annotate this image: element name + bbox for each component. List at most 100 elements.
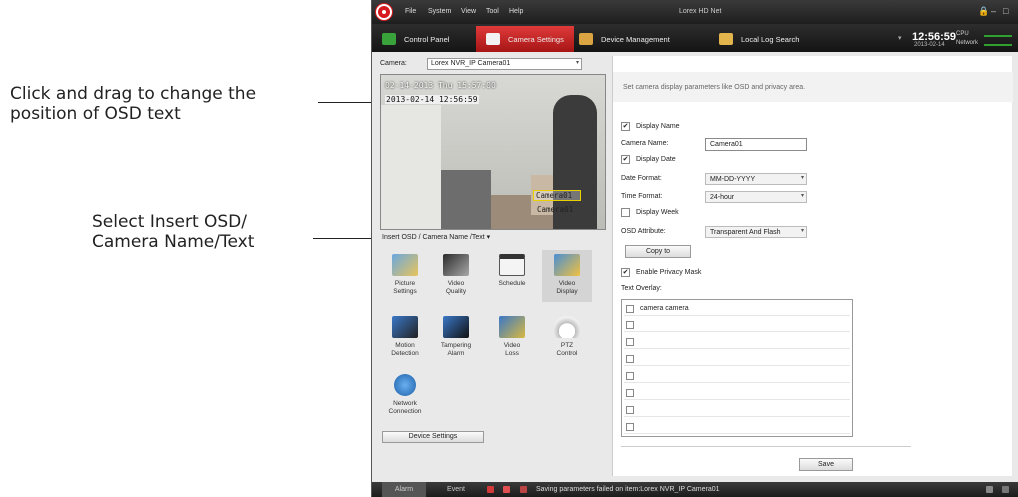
control-panel-icon: [382, 33, 396, 45]
preview-shelf: [441, 170, 491, 229]
display-name-label: Display Name: [636, 123, 680, 130]
device-settings-button[interactable]: Device Settings: [382, 431, 484, 443]
cpu-label: CPU: [956, 31, 969, 37]
video-quality-icon: [443, 254, 469, 276]
menu-system[interactable]: System: [428, 8, 451, 15]
tab-event[interactable]: Event: [438, 482, 474, 497]
checkbox-unchecked-icon: [621, 208, 630, 217]
pin-icon[interactable]: [986, 486, 993, 493]
checkbox-unchecked-icon[interactable]: [626, 304, 634, 313]
checkbox-unchecked-icon[interactable]: [626, 354, 634, 363]
picture-settings-icon: [392, 254, 418, 276]
menu-view[interactable]: View: [461, 8, 476, 15]
checkbox-checked-icon: ✔: [621, 268, 630, 277]
callout-osd-drag-leader: [318, 102, 372, 103]
display-date-label: Display Date: [636, 156, 676, 163]
overlay-row[interactable]: [624, 420, 850, 434]
overlay-text[interactable]: camera camera: [640, 305, 689, 312]
overlay-row[interactable]: [624, 403, 850, 417]
tab-camera-settings[interactable]: Camera Settings: [476, 26, 574, 52]
overlay-row[interactable]: [624, 369, 850, 383]
time-format-label: Time Format:: [621, 193, 663, 200]
checkbox-checked-icon: ✔: [621, 122, 630, 131]
overlay-row[interactable]: [624, 335, 850, 349]
chevron-down-icon: ▾: [575, 60, 579, 66]
tab-camera-settings-label: Camera Settings: [508, 34, 564, 44]
divider: [621, 446, 911, 447]
tab-local-log-search[interactable]: Local Log Search: [719, 26, 799, 52]
copy-to-button[interactable]: Copy to: [625, 245, 691, 258]
osd-date-text[interactable]: 02-14-2013 Thu 15:57:00: [385, 81, 496, 90]
lock-icon[interactable]: 🔒: [978, 6, 989, 17]
osd-attribute-label: OSD Attribute:: [621, 228, 666, 235]
network-label: Network: [956, 40, 979, 46]
status-message: Saving parameters failed on item:Lorex N…: [536, 486, 720, 493]
camera-select[interactable]: Lorex NVR_IP Camera01 ▾: [427, 58, 582, 70]
tool-picture-settings[interactable]: Picture Settings: [380, 254, 430, 296]
chevron-down-icon: ▾: [800, 228, 804, 234]
time-format-select[interactable]: 24-hour ▾: [705, 191, 807, 203]
save-button[interactable]: Save: [799, 458, 853, 471]
chevron-down-icon: ▾: [800, 193, 804, 199]
panel-toggle-icon[interactable]: [1002, 486, 1009, 493]
tool-video-display[interactable]: Video Display: [542, 250, 592, 302]
checkbox-unchecked-icon[interactable]: [626, 388, 634, 397]
checkbox-unchecked-icon[interactable]: [626, 371, 634, 380]
enable-privacy-mask-checkbox[interactable]: ✔ Enable Privacy Mask: [621, 268, 701, 277]
minimize-icon[interactable]: –: [991, 6, 996, 16]
tool-label: Schedule: [498, 280, 526, 287]
menu-help[interactable]: Help: [509, 8, 523, 15]
display-week-checkbox[interactable]: Display Week: [621, 208, 679, 217]
display-name-checkbox[interactable]: ✔ Display Name: [621, 122, 680, 131]
tab-alarm[interactable]: Alarm: [382, 482, 426, 497]
camera-name-label: Camera Name:: [621, 140, 669, 147]
tab-scroll-arrow-icon[interactable]: ▾: [898, 34, 902, 42]
ptz-control-icon: [554, 316, 580, 338]
tool-video-quality[interactable]: Video Quality: [431, 254, 481, 296]
tool-motion-detection[interactable]: Motion Detection: [380, 316, 430, 358]
overlay-row[interactable]: [624, 318, 850, 332]
camera-select-value: Lorex NVR_IP Camera01: [431, 60, 511, 67]
display-date-checkbox[interactable]: ✔ Display Date: [621, 155, 676, 164]
alarm-status-icon: [487, 486, 494, 493]
tab-device-management[interactable]: Device Management: [579, 26, 670, 52]
camera-row: Camera: Lorex NVR_IP Camera01 ▾: [372, 56, 612, 72]
callout-osd-drag-line2: position of OSD text: [10, 104, 181, 124]
tab-control-panel[interactable]: Control Panel: [382, 26, 449, 52]
menu-file[interactable]: File: [405, 8, 416, 15]
camera-name-input[interactable]: Camera01: [705, 138, 807, 151]
checkbox-unchecked-icon[interactable]: [626, 320, 634, 329]
cpu-meter: [984, 35, 1012, 37]
camera-settings-panel: Set camera display parameters like OSD a…: [612, 56, 1013, 476]
overlay-row[interactable]: camera camera: [624, 302, 850, 316]
overlay-row[interactable]: [624, 386, 850, 400]
chevron-down-icon: ▾: [800, 175, 804, 181]
osd-camera-name-text[interactable]: Camera01: [537, 205, 573, 214]
tool-ptz-control[interactable]: PTZ Control: [542, 316, 592, 358]
callout-insert-osd-line2: Camera Name/Text: [92, 232, 255, 252]
checkbox-unchecked-icon[interactable]: [626, 337, 634, 346]
osd-camera-name-box[interactable]: Camera01: [533, 190, 581, 201]
maximize-icon[interactable]: □: [1003, 6, 1008, 16]
display-week-label: Display Week: [636, 209, 679, 216]
tool-label: Network Connection: [388, 400, 422, 415]
osd-attribute-select[interactable]: Transparent And Flash ▾: [705, 226, 807, 238]
tab-local-log-search-label: Local Log Search: [741, 34, 800, 44]
tool-tampering-alarm[interactable]: Tampering Alarm: [431, 316, 481, 358]
chevron-down-icon: ▾: [486, 234, 491, 241]
schedule-icon: [499, 254, 525, 276]
tool-network-connection[interactable]: Network Connection: [380, 374, 430, 416]
date-format-select[interactable]: MM-DD-YYYY ▾: [705, 173, 807, 185]
clock-date: 2013-02-14: [914, 42, 945, 48]
menu-tool[interactable]: Tool: [486, 8, 499, 15]
camera-label: Camera:: [380, 60, 407, 67]
tool-schedule[interactable]: Schedule: [487, 254, 537, 288]
tool-video-loss[interactable]: Video Loss: [487, 316, 537, 358]
motion-detection-icon: [392, 316, 418, 338]
overlay-row[interactable]: [624, 352, 850, 366]
checkbox-unchecked-icon[interactable]: [626, 422, 634, 431]
checkbox-unchecked-icon[interactable]: [626, 405, 634, 414]
insert-osd-dropdown[interactable]: Insert OSD / Camera Name /Text ▾: [382, 233, 490, 241]
camera-preview[interactable]: 02-14-2013 Thu 15:57:00 2013-02-14 12:56…: [380, 74, 606, 230]
osd-date-drag-text[interactable]: 2013-02-14 12:56:59: [385, 95, 479, 104]
